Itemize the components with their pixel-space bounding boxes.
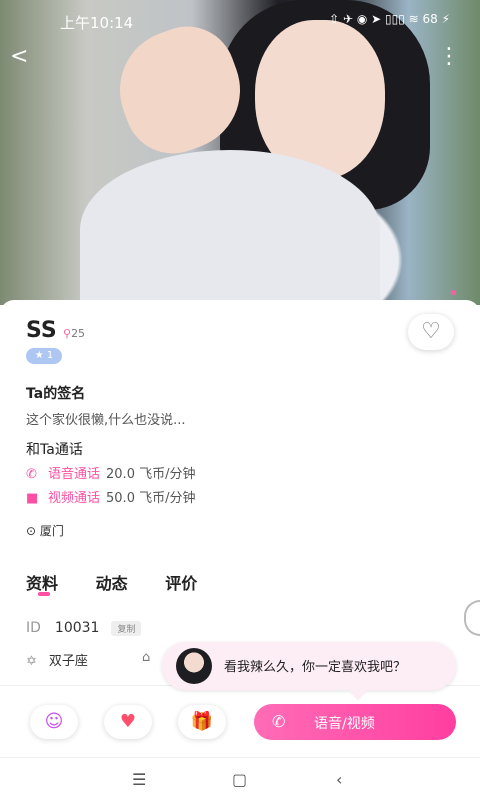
age-badge: ⚲25 bbox=[63, 327, 86, 340]
id-row: ID 10031 复制 bbox=[26, 620, 142, 636]
voice-video-button[interactable]: ✆ 语音/视频 bbox=[254, 704, 456, 740]
tab-reviews[interactable]: 评价 bbox=[165, 574, 197, 593]
chat-icon: ☺ bbox=[44, 711, 64, 732]
more-icon[interactable]: ⋮ bbox=[438, 44, 462, 69]
gift-button[interactable]: 🎁 bbox=[178, 705, 226, 739]
signature-title: Ta的签名 bbox=[26, 386, 86, 402]
location: ⊙ 厦门 bbox=[26, 522, 64, 539]
voice-call-rate: 20.0 飞币/分钟 bbox=[106, 467, 196, 482]
level-badge: ★ 1 bbox=[26, 348, 62, 364]
chat-button[interactable]: ☺ bbox=[30, 705, 78, 739]
voice-call-label: 语音通话 bbox=[48, 467, 101, 482]
gift-icon: 🎁 bbox=[190, 711, 214, 732]
bubble-avatar bbox=[176, 648, 212, 684]
age-value: 25 bbox=[71, 327, 86, 340]
photo-clothing bbox=[80, 150, 380, 305]
greeting-bubble[interactable]: 看我辣么久，你一定喜欢我吧？ bbox=[162, 642, 456, 701]
profile-tabs: 资料 动态 评价 bbox=[26, 570, 229, 594]
status-bar: 上午10:14 ⇧ ✈ ◉ ➤ ▯▯▯ ≋ 68 ⚡ bbox=[0, 0, 480, 42]
profile-name: SS bbox=[26, 318, 57, 343]
back-icon[interactable]: < bbox=[10, 44, 28, 69]
back-nav-icon[interactable]: ‹ bbox=[336, 770, 342, 789]
video-call-price[interactable]: ■ 视频通话 50.0 飞币/分钟 bbox=[26, 487, 195, 506]
video-call-rate: 50.0 飞币/分钟 bbox=[106, 491, 196, 506]
home-icon[interactable]: ▢ bbox=[232, 770, 247, 789]
status-icons: ⇧ ✈ ◉ ➤ ▯▯▯ ≋ 68 ⚡ bbox=[329, 12, 450, 26]
profile-photo[interactable] bbox=[0, 0, 480, 305]
phone-icon: ✆ bbox=[26, 467, 37, 482]
heart-plus-icon: ♡ bbox=[421, 319, 441, 344]
call-section-title: 和Ta通话 bbox=[26, 442, 83, 458]
tab-indicator bbox=[38, 592, 50, 596]
photo-page-indicator bbox=[451, 290, 456, 295]
id-value: 10031 bbox=[54, 620, 100, 636]
constellation-row: ✡ 双子座 bbox=[26, 650, 88, 669]
call-icon: ✆ bbox=[272, 712, 286, 731]
copy-button[interactable]: 复制 bbox=[111, 621, 142, 636]
like-button[interactable]: ♥ bbox=[104, 705, 152, 739]
signature-text: 这个家伙很懒,什么也没说... bbox=[26, 413, 186, 428]
system-nav-bar: ☰ ▢ ‹ bbox=[0, 757, 480, 801]
bubble-text: 看我辣么久，你一定喜欢我吧？ bbox=[224, 660, 407, 675]
video-call-label: 视频通话 bbox=[48, 491, 101, 506]
follow-button[interactable]: ♡ bbox=[408, 314, 454, 350]
tab-moments[interactable]: 动态 bbox=[96, 574, 128, 593]
tab-info[interactable]: 资料 bbox=[26, 574, 58, 593]
voice-video-label: 语音/视频 bbox=[314, 716, 375, 732]
voice-call-price[interactable]: ✆ 语音通话 20.0 飞币/分钟 bbox=[26, 463, 195, 482]
briefcase-icon: ⌂ bbox=[142, 650, 151, 665]
video-icon: ■ bbox=[26, 491, 39, 506]
menu-icon[interactable]: ☰ bbox=[132, 770, 146, 789]
status-time: 上午10:14 bbox=[60, 14, 134, 32]
heart-icon: ♥ bbox=[119, 711, 137, 732]
location-icon: ⊙ bbox=[26, 524, 40, 538]
location-text: 厦门 bbox=[39, 524, 64, 538]
star-icon: ✡ bbox=[26, 654, 37, 669]
id-label: ID bbox=[26, 620, 41, 636]
constellation-value: 双子座 bbox=[48, 654, 88, 669]
